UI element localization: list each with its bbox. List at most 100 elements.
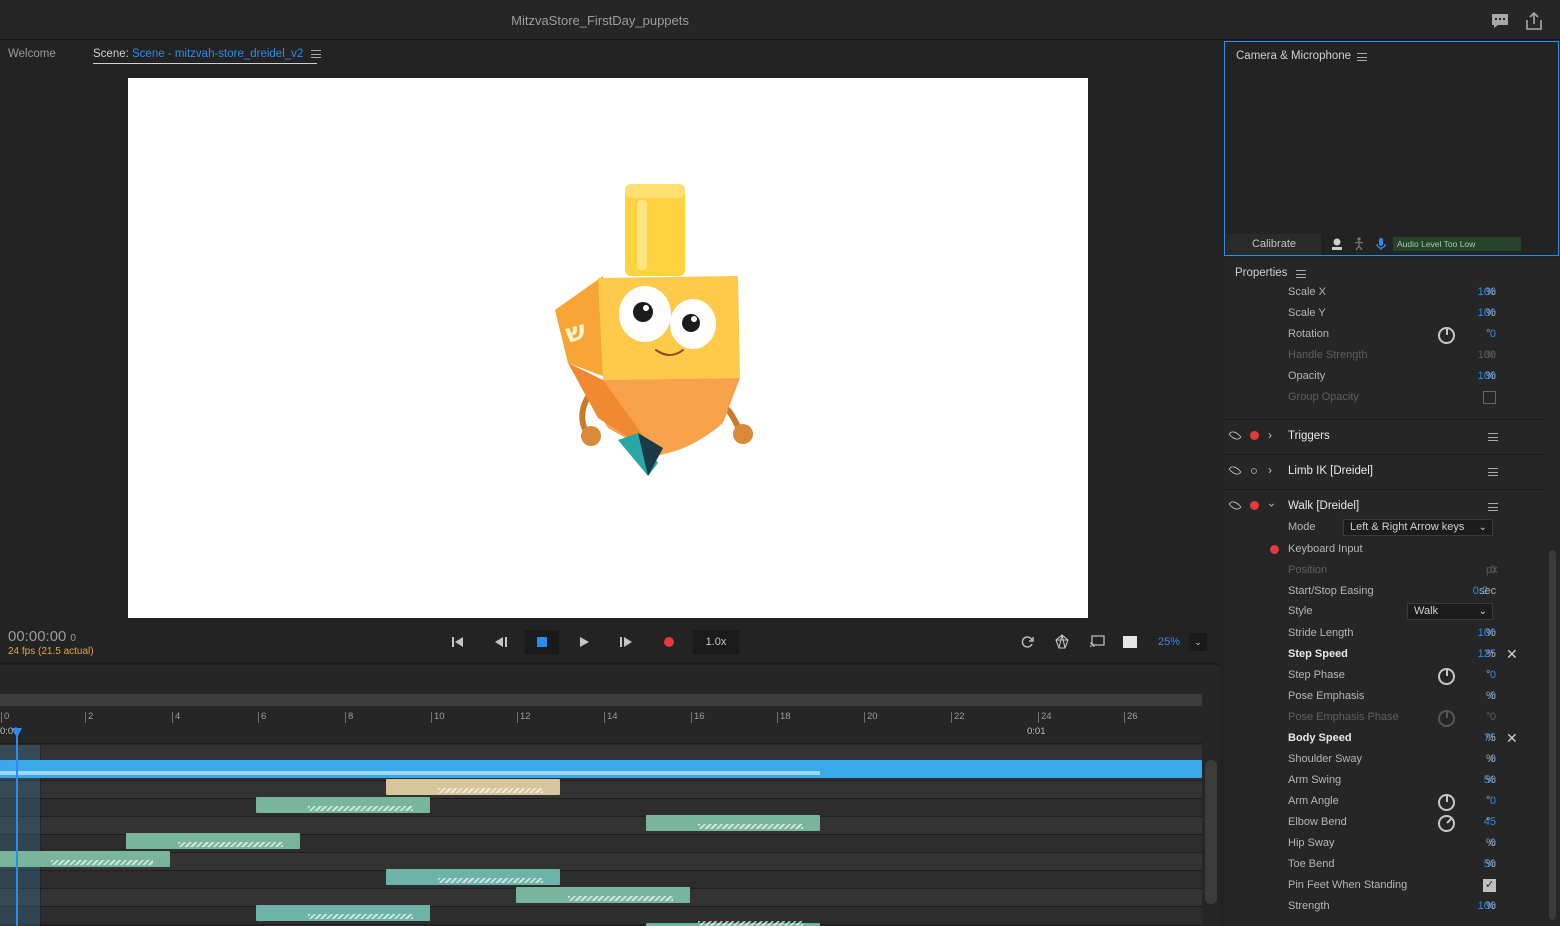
walk-mode-dropdown[interactable]: Left & Right Arrow keys ⌄ [1343, 519, 1493, 536]
properties-scrollbar[interactable] [1549, 550, 1556, 920]
property-rotation: Rotation 0 ° [1224, 325, 1546, 346]
property-arm-angle: Arm Angle 0 ° [1224, 792, 1546, 813]
eye-icon[interactable] [1228, 428, 1242, 443]
scene-track-bar[interactable] [0, 760, 1202, 778]
scene-canvas[interactable]: ש [128, 78, 1088, 618]
track-lane[interactable] [0, 781, 1202, 799]
chevron-down-icon[interactable]: › [1265, 503, 1279, 507]
ruler-tick: 26 [1124, 712, 1138, 723]
record-icon [664, 637, 674, 647]
properties-menu-icon[interactable] [1296, 270, 1306, 278]
property-scale-x: Scale X 100 % [1288, 286, 1496, 298]
limb-ik-section-header[interactable]: › Limb IK [Dreidel] [1224, 454, 1546, 487]
cast-button[interactable] [1080, 630, 1114, 654]
microphone-icon[interactable] [1374, 237, 1388, 251]
stop-icon [537, 637, 547, 647]
take-bar[interactable] [256, 797, 430, 813]
property-shoulder-sway: Shoulder Sway 0 % [1288, 753, 1496, 765]
camera-microphone-panel: Camera & Microphone Calibrate Audio Leve… [1224, 41, 1559, 256]
walk-style-dropdown[interactable]: Walk ⌄ [1407, 603, 1493, 620]
playhead[interactable] [16, 729, 18, 926]
record-button[interactable] [652, 630, 686, 654]
pin-feet-checkbox[interactable] [1483, 878, 1496, 892]
refresh-icon [1021, 636, 1034, 648]
scene-tab-name: Scene - mitzvah-store_dreidel_v2 [132, 48, 304, 60]
time-ruler[interactable]: 0 2 4 6 8 10 12 14 16 18 20 22 24 26 0:0… [0, 706, 1202, 744]
timecode-display: 00:00:00 0 [8, 628, 76, 645]
puppet-mesh-button[interactable] [1045, 630, 1079, 654]
previous-frame-button[interactable] [484, 630, 518, 654]
step-phase-dial-icon[interactable] [1438, 668, 1455, 685]
camera-panel-menu-icon[interactable] [1357, 53, 1367, 61]
take-bar[interactable] [256, 905, 430, 921]
arm-angle-dial-icon[interactable] [1438, 794, 1455, 811]
eye-icon[interactable] [1228, 463, 1242, 478]
ruler-tick: 12 [517, 712, 531, 723]
step-forward-icon [620, 637, 632, 647]
rotation-value[interactable]: 0 [1490, 328, 1496, 340]
tab-welcome[interactable]: Welcome [8, 48, 56, 60]
play-button[interactable] [567, 630, 601, 654]
group-opacity-checkbox[interactable] [1483, 391, 1496, 404]
go-to-start-button[interactable] [441, 630, 475, 654]
calibrate-button[interactable]: Calibrate [1226, 234, 1323, 255]
track-lane[interactable] [0, 799, 1202, 817]
ruler-tick: 16 [691, 712, 705, 723]
share-icon[interactable] [1524, 11, 1544, 31]
chevron-right-icon[interactable]: › [1268, 463, 1272, 477]
ruler-tick: 0 [1, 712, 9, 723]
take-bar[interactable] [646, 815, 820, 831]
record-disarmed-icon[interactable] [1251, 468, 1257, 474]
property-pose-emphasis-phase: Pose Emphasis Phase 0 ° [1224, 708, 1546, 729]
camera-panel-title: Camera & Microphone [1236, 50, 1352, 62]
limb-ik-menu-icon[interactable] [1488, 468, 1498, 476]
take-bar[interactable] [0, 851, 170, 867]
feedback-icon[interactable] [1490, 11, 1510, 31]
stop-button[interactable] [525, 630, 559, 654]
property-group-opacity: Group Opacity [1224, 388, 1546, 409]
zoom-level[interactable]: 25% [1158, 636, 1180, 648]
title-bar: MitzvaStore_FirstDay_puppets [0, 0, 1560, 40]
record-arm-icon[interactable] [1270, 545, 1279, 554]
ruler-tick: 6 [258, 712, 266, 723]
ruler-tick: 10 [431, 712, 445, 723]
transport-bar: 00:00:00 0 24 fps (21.5 actual) 1.0x 25% … [0, 626, 1220, 662]
next-frame-button[interactable] [609, 630, 643, 654]
face-camera-icon[interactable] [1330, 237, 1344, 251]
chevron-right-icon[interactable]: › [1268, 428, 1272, 442]
take-bar[interactable] [386, 779, 560, 795]
loop-button[interactable] [1011, 630, 1045, 654]
walk-menu-icon[interactable] [1488, 503, 1498, 511]
reset-close-icon[interactable]: ✕ [1506, 730, 1518, 747]
pose-emphasis-phase-dial-icon [1438, 710, 1455, 727]
playback-speed-button[interactable]: 1.0x [693, 630, 739, 654]
property-position: Position 0 px [1288, 564, 1498, 576]
ruler-tick: 18 [777, 712, 791, 723]
track-lane[interactable] [0, 907, 1202, 925]
timeline-scroll-range[interactable] [0, 694, 1202, 706]
tab-scene[interactable]: Scene: Scene - mitzvah-store_dreidel_v2 [93, 48, 321, 64]
property-start-stop-easing: Start/Stop Easing 0.2 sec [1288, 585, 1497, 597]
triggers-menu-icon[interactable] [1488, 433, 1498, 441]
elbow-bend-dial-icon[interactable] [1438, 815, 1455, 832]
eye-icon[interactable] [1228, 498, 1242, 513]
timeline-tracks [0, 745, 1202, 926]
record-arm-icon[interactable] [1250, 431, 1259, 440]
scene-menu-icon[interactable] [310, 50, 321, 58]
body-tracking-icon[interactable] [1352, 237, 1366, 251]
triggers-section-header[interactable]: › Triggers [1224, 419, 1546, 452]
recorded-range-bar [0, 771, 820, 775]
take-bar[interactable] [386, 869, 560, 885]
record-arm-icon[interactable] [1250, 501, 1259, 510]
take-bar[interactable] [516, 887, 690, 903]
zoom-dropdown[interactable]: ⌄ [1189, 633, 1207, 651]
scene-tab-bar: Welcome Scene: Scene - mitzvah-store_dre… [0, 41, 1220, 69]
background-color-button[interactable] [1113, 630, 1147, 654]
property-step-speed: Step Speed 125 % ✕ [1288, 646, 1518, 663]
rotation-dial-icon[interactable] [1438, 327, 1455, 344]
reset-close-icon[interactable]: ✕ [1506, 646, 1518, 663]
skip-start-icon [452, 637, 463, 647]
take-bar[interactable] [126, 833, 300, 849]
timeline-scrollbar[interactable] [1205, 760, 1217, 904]
track-lane[interactable] [0, 853, 1202, 871]
